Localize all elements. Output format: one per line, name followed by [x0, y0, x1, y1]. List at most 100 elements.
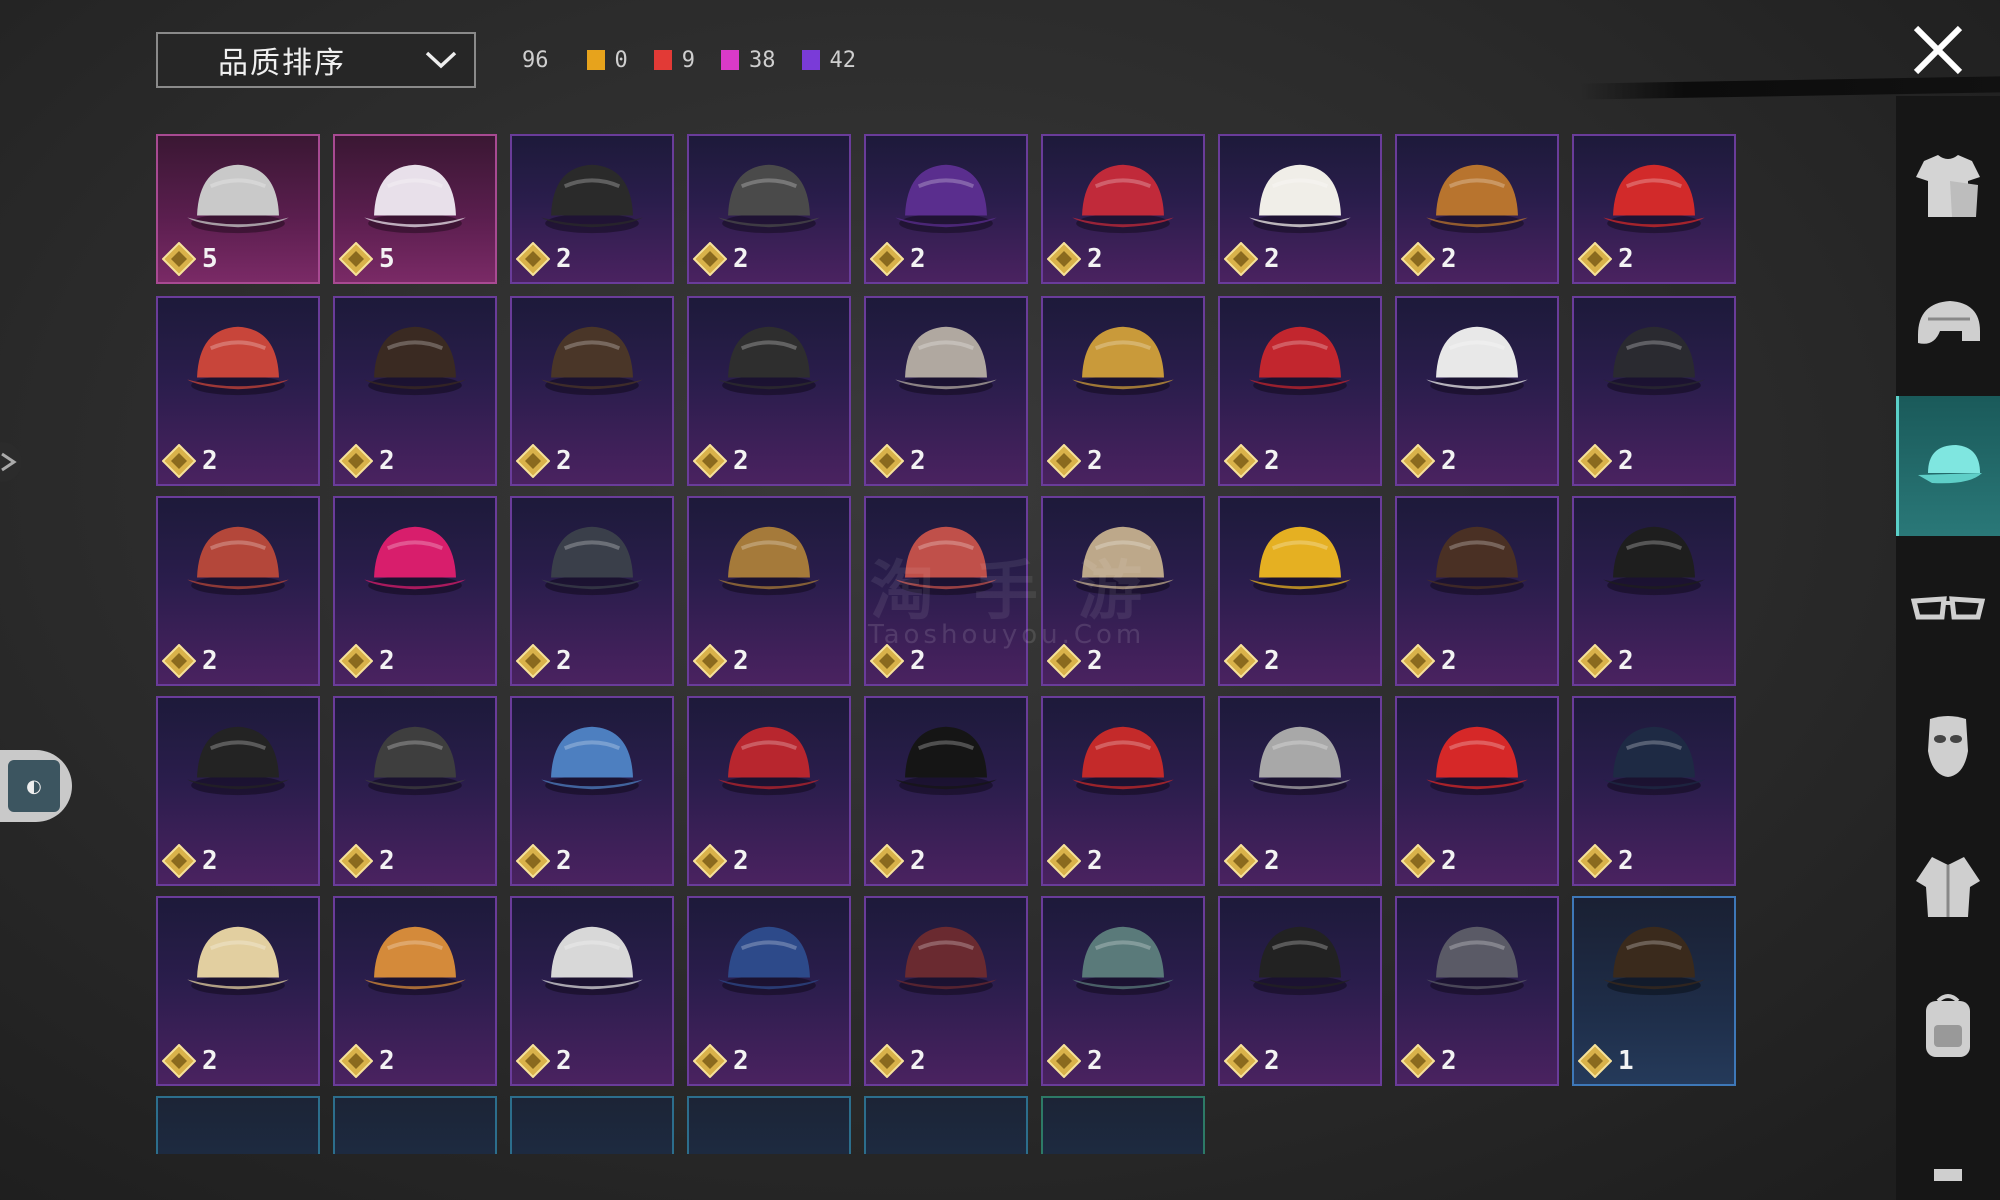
item-level-badge: 2: [516, 444, 572, 478]
view-toggle-button[interactable]: ◐: [0, 750, 72, 822]
item-level: 2: [1087, 1046, 1103, 1076]
police-cap-icon: [1574, 698, 1734, 818]
item-tile-red-fedora[interactable]: 2: [1041, 696, 1205, 886]
item-level: 2: [379, 1046, 395, 1076]
item-tile-burger-hat[interactable]: 2: [333, 896, 497, 1086]
item-tile-aviator-goggles-cap[interactable]: 2: [864, 296, 1028, 486]
legendary-count: 0: [614, 47, 628, 73]
item-level-badge: 2: [162, 444, 218, 478]
item-tile-grey-shark-hood[interactable]: 2: [1218, 696, 1382, 886]
item-tile-maroon-fedora[interactable]: 2: [864, 896, 1028, 1086]
item-tile-yellow-bucket-hat[interactable]: 2: [1218, 496, 1382, 686]
level-diamond-icon: [162, 1044, 196, 1078]
item-level: 2: [910, 446, 926, 476]
tab-eyewear[interactable]: [1896, 536, 2000, 676]
close-button[interactable]: [1910, 22, 1966, 78]
item-tile-red-twin-tails[interactable]: 2: [1041, 134, 1205, 284]
item-level-badge: 2: [1047, 1044, 1103, 1078]
head-mirror-icon: [512, 898, 672, 1018]
item-tile-steampunk-hat[interactable]: 2: [333, 296, 497, 486]
item-tile-officer-cap-hair[interactable]: 2: [687, 496, 851, 686]
tab-backpack[interactable]: [1896, 956, 2000, 1096]
item-level: 2: [1264, 244, 1280, 274]
item-tile-bat-wings-headwear[interactable]: 5: [156, 134, 320, 284]
item-tile-goggle-helmet[interactable]: 2: [687, 134, 851, 284]
item-tile-partial[interactable]: [864, 1096, 1028, 1154]
item-tile-aviator-helmet[interactable]: 2: [1395, 896, 1559, 1086]
item-tile-bunny-ear-helmet[interactable]: 2: [510, 134, 674, 284]
item-tile-shark-hood[interactable]: 2: [510, 696, 674, 886]
item-tile-red-mohawk[interactable]: 2: [1572, 134, 1736, 284]
item-tile-black-balaclava[interactable]: 2: [156, 696, 320, 886]
item-tile-gas-mask-hood[interactable]: 2: [687, 296, 851, 486]
level-diamond-icon: [162, 844, 196, 878]
item-tile-red-beret[interactable]: 2: [687, 696, 851, 886]
item-level-badge: 1: [1578, 1044, 1634, 1078]
tab-hat[interactable]: [1896, 396, 2000, 536]
level-diamond-icon: [1047, 444, 1081, 478]
item-level: 2: [910, 1046, 926, 1076]
item-tile-knit-goggle-cap[interactable]: 2: [510, 496, 674, 686]
tab-jacket[interactable]: [1896, 816, 2000, 956]
black-beret-feather-icon: [1574, 498, 1734, 618]
clown-mask-hair-icon: [158, 498, 318, 618]
pink-baseball-cap-icon: [335, 498, 495, 618]
item-tile-black-fedora[interactable]: 2: [864, 696, 1028, 886]
item-tile-brown-hair-headband[interactable]: 2: [510, 296, 674, 486]
tab-helmet[interactable]: [1896, 256, 2000, 396]
item-tile-black-beret-feather[interactable]: 2: [1572, 496, 1736, 686]
item-level: 2: [1441, 446, 1457, 476]
item-tile-partial[interactable]: [510, 1096, 674, 1154]
item-tile-police-cap[interactable]: 2: [1572, 696, 1736, 886]
officer-cap-hair-icon: [689, 498, 849, 618]
item-tile-navy-cap[interactable]: 2: [687, 896, 851, 1086]
yellow-beanie-icon: [1043, 298, 1203, 418]
close-icon: [1913, 25, 1963, 75]
item-level-badge: 2: [870, 1044, 926, 1078]
item-tile-partial[interactable]: [156, 1096, 320, 1154]
sort-dropdown[interactable]: 品质排序: [156, 32, 476, 88]
item-tile-partial[interactable]: [687, 1096, 851, 1154]
item-tile-purple-hair-headset[interactable]: 2: [864, 134, 1028, 284]
item-tile-partial[interactable]: [333, 1096, 497, 1154]
item-tile-pink-baseball-cap[interactable]: 2: [333, 496, 497, 686]
item-tile-cake-hat[interactable]: 2: [156, 896, 320, 1086]
item-tile-dark-hair-clip[interactable]: 1: [1572, 896, 1736, 1086]
item-level: 2: [202, 446, 218, 476]
item-tile-white-wide-brim-hat[interactable]: 2: [1218, 134, 1382, 284]
item-tile-partial[interactable]: [1041, 1096, 1205, 1154]
level-diamond-icon: [693, 444, 727, 478]
level-diamond-icon: [1224, 1044, 1258, 1078]
item-level-badge: 2: [870, 844, 926, 878]
collapse-arrow-button[interactable]: [0, 440, 24, 484]
item-tile-red-striped-bandana[interactable]: 2: [1218, 296, 1382, 486]
item-tile-head-mirror[interactable]: 2: [510, 896, 674, 1086]
level-diamond-icon: [693, 242, 727, 276]
item-tile-clown-mask-hair[interactable]: 2: [156, 496, 320, 686]
item-tile-yellow-beanie[interactable]: 2: [1041, 296, 1205, 486]
item-level: 2: [1087, 846, 1103, 876]
item-tile-red-bucket-hat[interactable]: 2: [1395, 696, 1559, 886]
item-tile-black-bucket-hat[interactable]: 2: [1218, 896, 1382, 1086]
item-level-badge: 2: [693, 644, 749, 678]
item-level: 2: [1618, 646, 1634, 676]
item-tile-beanie-with-braids[interactable]: 2: [1395, 134, 1559, 284]
item-tile-white-turban[interactable]: 2: [1395, 296, 1559, 486]
item-level-badge: 2: [162, 844, 218, 878]
item-level-badge: 2: [1224, 844, 1280, 878]
burger-hat-icon: [335, 898, 495, 1018]
tab-outfit[interactable]: [1896, 116, 2000, 256]
item-tile-wrestler-mask[interactable]: 2: [333, 696, 497, 886]
tab-more[interactable]: [1896, 1096, 2000, 1196]
tab-mask[interactable]: [1896, 676, 2000, 816]
item-level: 2: [910, 244, 926, 274]
item-tile-brown-cowboy-hat[interactable]: 2: [1395, 496, 1559, 686]
item-tile-checkered-bandana[interactable]: 2: [1041, 896, 1205, 1086]
item-tile-red-football-helmet[interactable]: 2: [156, 296, 320, 486]
level-diamond-icon: [516, 644, 550, 678]
item-level: 2: [910, 646, 926, 676]
item-tile-black-moto-helmet[interactable]: 2: [1572, 296, 1736, 486]
item-tile-white-sun-hat[interactable]: 5: [333, 134, 497, 284]
brown-hair-headband-icon: [512, 298, 672, 418]
checkered-bandana-icon: [1043, 898, 1203, 1018]
